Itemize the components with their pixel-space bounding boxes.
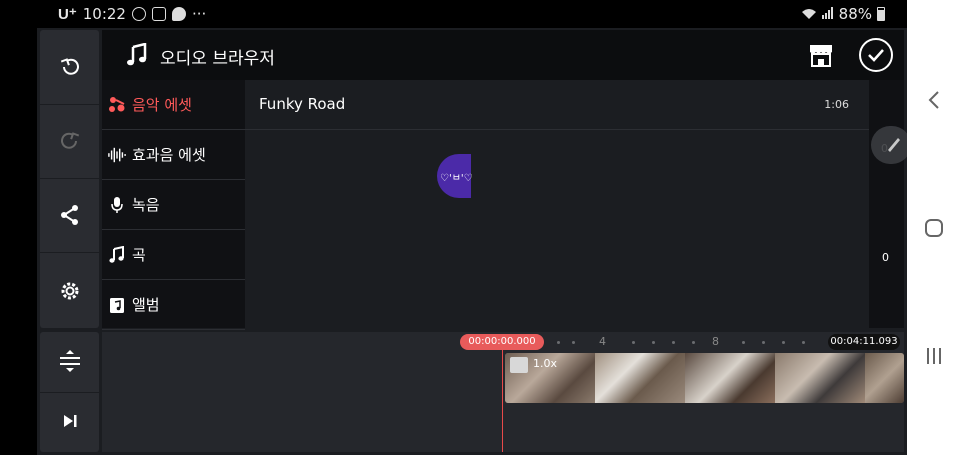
music-note-icon (127, 43, 147, 66)
share-button[interactable] (40, 190, 99, 240)
category-label: 앨범 (132, 296, 160, 314)
strip-value-bottom: 0 (882, 251, 889, 264)
skip-to-end-button[interactable] (40, 396, 99, 446)
microphone-icon (108, 196, 126, 214)
edit-button[interactable] (871, 126, 911, 164)
battery-icon (877, 7, 885, 21)
track-height-button[interactable] (40, 336, 99, 386)
check-icon (868, 49, 884, 62)
back-icon (928, 91, 939, 109)
confirm-button[interactable] (859, 38, 893, 72)
redo-button[interactable] (40, 116, 99, 166)
video-clip[interactable]: 1.0x (505, 353, 904, 403)
clip-type-icon (510, 357, 528, 373)
left-toolbar (40, 30, 99, 328)
status-time: 10:22 (82, 5, 126, 23)
asset-store-button[interactable] (807, 41, 835, 69)
music-asset-icon (108, 96, 126, 114)
store-icon (810, 45, 832, 67)
song-title: Funky Road (259, 95, 346, 113)
timeline[interactable]: 4 8 1.0x 00:00:00.000 00:04:11.093 (102, 332, 904, 452)
category-music-assets[interactable]: 음악 에셋 (102, 80, 245, 130)
ruler-label: 4 (599, 335, 606, 348)
settings-button[interactable] (40, 266, 99, 316)
status-bar: U⁺ 10:22 ··· 88% (0, 0, 907, 28)
current-timecode: 00:00:00.000 (460, 334, 544, 350)
undo-icon (60, 58, 79, 75)
album-icon (108, 296, 126, 314)
undo-button[interactable] (40, 42, 99, 92)
recents-button[interactable] (907, 336, 960, 376)
category-sound-effects[interactable]: 효과음 에셋 (102, 130, 245, 180)
timeline-toolbar (40, 332, 99, 452)
home-icon (924, 219, 943, 237)
playhead[interactable] (502, 342, 503, 452)
audio-browser-panel: 오디오 브라우저 음악 에셋 효과음 에셋 녹음 곡 앨범 Funky Road… (102, 30, 904, 330)
category-recording[interactable]: 녹음 (102, 180, 245, 230)
song-item[interactable]: Funky Road 1:06 (245, 80, 869, 130)
instagram-icon (131, 7, 146, 21)
pencil-icon (888, 138, 900, 152)
more-notifications: ··· (191, 5, 207, 23)
gear-icon (61, 282, 78, 300)
volume-strip: 0 0 (869, 80, 904, 328)
carrier-label: U⁺ (58, 6, 77, 23)
waveform-icon (108, 146, 126, 164)
clip-speed: 1.0x (533, 357, 558, 370)
category-label: 녹음 (132, 196, 160, 214)
panel-header: 오디오 브라우저 (102, 30, 904, 80)
song-duration: 1:06 (824, 98, 849, 111)
gallery-icon (151, 7, 166, 21)
category-songs[interactable]: 곡 (102, 230, 245, 280)
expand-vertical-icon (59, 350, 80, 372)
skip-end-icon (63, 415, 76, 427)
category-albums[interactable]: 앨범 (102, 280, 245, 330)
recents-icon (926, 348, 941, 364)
music-note-icon (108, 245, 126, 264)
talk-icon (171, 7, 186, 21)
redo-icon (60, 132, 79, 149)
wifi-icon (801, 8, 817, 20)
song-list: Funky Road 1:06 (245, 80, 869, 328)
back-button[interactable] (907, 80, 960, 120)
share-icon (60, 205, 78, 225)
system-nav-bar (907, 0, 960, 455)
app-window: 오디오 브라우저 음악 에셋 효과음 에셋 녹음 곡 앨범 Funky Road… (37, 28, 911, 455)
category-label: 효과음 에셋 (132, 146, 206, 164)
page-title: 오디오 브라우저 (160, 49, 275, 69)
battery-percent: 88% (838, 5, 872, 23)
category-list: 음악 에셋 효과음 에셋 녹음 곡 앨범 (102, 80, 245, 330)
category-label: 음악 에셋 (132, 96, 192, 114)
ruler-label: 8 (712, 335, 719, 348)
total-timecode: 00:04:11.093 (828, 334, 900, 350)
category-label: 곡 (132, 246, 146, 264)
bubble-face: ♡'ㅂ'♡ (440, 172, 473, 184)
home-button[interactable] (907, 208, 960, 248)
signal-icon (821, 5, 834, 23)
